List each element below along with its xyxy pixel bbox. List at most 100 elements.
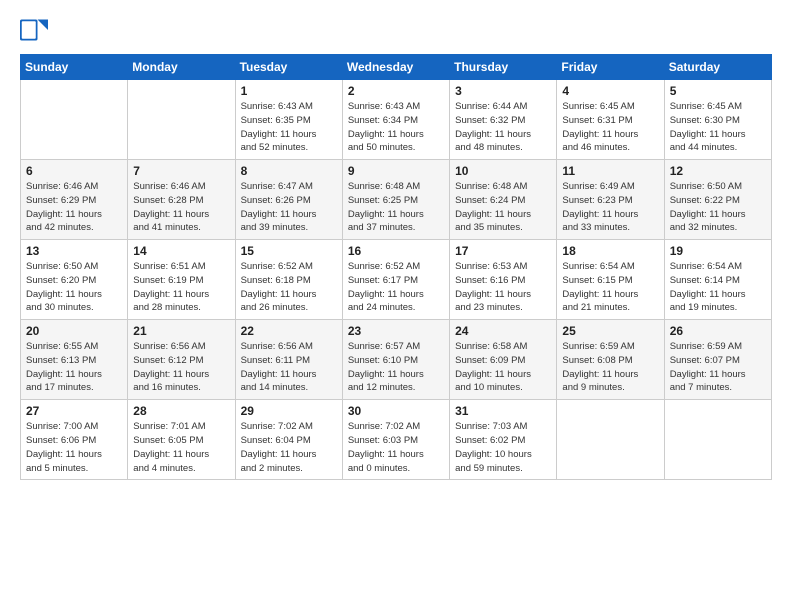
day-info: Sunrise: 6:51 AM Sunset: 6:19 PM Dayligh… (133, 260, 229, 315)
day-number: 5 (670, 84, 766, 98)
calendar-cell: 21Sunrise: 6:56 AM Sunset: 6:12 PM Dayli… (128, 320, 235, 400)
day-info: Sunrise: 6:57 AM Sunset: 6:10 PM Dayligh… (348, 340, 444, 395)
weekday-header-friday: Friday (557, 55, 664, 80)
calendar-cell: 11 Sunrise: 6:49 AM Sunset: 6:23 PM Dayli… (557, 160, 664, 240)
day-info: Sunrise: 6:48 AM Sunset: 6:25 PM Dayligh… (348, 180, 444, 235)
day-number: 24 (455, 324, 551, 338)
day-info: Sunrise: 6:46 AM Sunset: 6:29 PM Dayligh… (26, 180, 122, 235)
day-info: Sunrise: 7:01 AM Sunset: 6:05 PM Dayligh… (133, 420, 229, 475)
page: SundayMondayTuesdayWednesdayThursdayFrid… (0, 0, 792, 612)
day-info: Sunrise: 6:45 AM Sunset: 6:30 PM Dayligh… (670, 100, 766, 155)
calendar-table: SundayMondayTuesdayWednesdayThursdayFrid… (20, 54, 772, 480)
week-row-5: 27 Sunrise: 7:00 AM Sunset: 6:06 PM Dayli… (21, 400, 772, 480)
header-area (20, 16, 772, 44)
calendar-cell: 14 Sunrise: 6:51 AM Sunset: 6:19 PM Dayli… (128, 240, 235, 320)
day-info: Sunrise: 7:00 AM Sunset: 6:06 PM Dayligh… (26, 420, 122, 475)
day-info: Sunrise: 6:56 AM Sunset: 6:11 PM Dayligh… (241, 340, 337, 395)
calendar-cell: 2 Sunrise: 6:43 AM Sunset: 6:34 PM Daylig… (342, 80, 449, 160)
day-info: Sunrise: 6:55 AM Sunset: 6:13 PM Dayligh… (26, 340, 122, 395)
calendar-cell: 18 Sunrise: 6:54 AM Sunset: 6:15 PM Dayli… (557, 240, 664, 320)
day-number: 3 (455, 84, 551, 98)
day-info: Sunrise: 7:02 AM Sunset: 6:04 PM Dayligh… (241, 420, 337, 475)
calendar-cell: 13 Sunrise: 6:50 AM Sunset: 6:20 PM Dayli… (21, 240, 128, 320)
calendar-cell: 7Sunrise: 6:46 AM Sunset: 6:28 PM Daylig… (128, 160, 235, 240)
calendar-cell: 27 Sunrise: 7:00 AM Sunset: 6:06 PM Dayli… (21, 400, 128, 480)
day-number: 8 (241, 164, 337, 178)
calendar-cell (128, 80, 235, 160)
day-number: 19 (670, 244, 766, 258)
weekday-header-sunday: Sunday (21, 55, 128, 80)
day-number: 13 (26, 244, 122, 258)
day-info: Sunrise: 6:48 AM Sunset: 6:24 PM Dayligh… (455, 180, 551, 235)
day-info: Sunrise: 6:43 AM Sunset: 6:35 PM Dayligh… (241, 100, 337, 155)
weekday-header-wednesday: Wednesday (342, 55, 449, 80)
weekday-header-saturday: Saturday (664, 55, 771, 80)
day-number: 18 (562, 244, 658, 258)
calendar-cell: 26 Sunrise: 6:59 AM Sunset: 6:07 PM Dayli… (664, 320, 771, 400)
calendar-cell (557, 400, 664, 480)
day-info: Sunrise: 7:02 AM Sunset: 6:03 PM Dayligh… (348, 420, 444, 475)
day-number: 31 (455, 404, 551, 418)
day-number: 26 (670, 324, 766, 338)
weekday-header-monday: Monday (128, 55, 235, 80)
day-number: 23 (348, 324, 444, 338)
day-info: Sunrise: 6:54 AM Sunset: 6:14 PM Dayligh… (670, 260, 766, 315)
day-number: 16 (348, 244, 444, 258)
day-info: Sunrise: 6:43 AM Sunset: 6:34 PM Dayligh… (348, 100, 444, 155)
day-info: Sunrise: 7:03 AM Sunset: 6:02 PM Dayligh… (455, 420, 551, 475)
calendar-cell: 31 Sunrise: 7:03 AM Sunset: 6:02 PM Dayli… (450, 400, 557, 480)
week-row-1: 1 Sunrise: 6:43 AM Sunset: 6:35 PM Daylig… (21, 80, 772, 160)
calendar-cell: 22Sunrise: 6:56 AM Sunset: 6:11 PM Dayli… (235, 320, 342, 400)
calendar-cell: 3 Sunrise: 6:44 AM Sunset: 6:32 PM Daylig… (450, 80, 557, 160)
day-number: 11 (562, 164, 658, 178)
day-number: 4 (562, 84, 658, 98)
day-info: Sunrise: 6:52 AM Sunset: 6:17 PM Dayligh… (348, 260, 444, 315)
calendar-cell: 5 Sunrise: 6:45 AM Sunset: 6:30 PM Daylig… (664, 80, 771, 160)
calendar-cell: 9 Sunrise: 6:48 AM Sunset: 6:25 PM Daylig… (342, 160, 449, 240)
calendar-cell: 17Sunrise: 6:53 AM Sunset: 6:16 PM Dayli… (450, 240, 557, 320)
day-number: 9 (348, 164, 444, 178)
day-info: Sunrise: 6:50 AM Sunset: 6:20 PM Dayligh… (26, 260, 122, 315)
calendar-cell: 6 Sunrise: 6:46 AM Sunset: 6:29 PM Daylig… (21, 160, 128, 240)
day-number: 7 (133, 164, 229, 178)
calendar-header: SundayMondayTuesdayWednesdayThursdayFrid… (21, 55, 772, 80)
weekday-header-tuesday: Tuesday (235, 55, 342, 80)
calendar-cell: 10 Sunrise: 6:48 AM Sunset: 6:24 PM Dayli… (450, 160, 557, 240)
calendar-cell: 30Sunrise: 7:02 AM Sunset: 6:03 PM Dayli… (342, 400, 449, 480)
day-info: Sunrise: 6:59 AM Sunset: 6:08 PM Dayligh… (562, 340, 658, 395)
week-row-3: 13 Sunrise: 6:50 AM Sunset: 6:20 PM Dayli… (21, 240, 772, 320)
calendar-cell: 1 Sunrise: 6:43 AM Sunset: 6:35 PM Daylig… (235, 80, 342, 160)
day-info: Sunrise: 6:56 AM Sunset: 6:12 PM Dayligh… (133, 340, 229, 395)
day-info: Sunrise: 6:44 AM Sunset: 6:32 PM Dayligh… (455, 100, 551, 155)
day-number: 10 (455, 164, 551, 178)
calendar-cell (21, 80, 128, 160)
day-number: 17 (455, 244, 551, 258)
weekday-row: SundayMondayTuesdayWednesdayThursdayFrid… (21, 55, 772, 80)
week-row-2: 6 Sunrise: 6:46 AM Sunset: 6:29 PM Daylig… (21, 160, 772, 240)
day-number: 14 (133, 244, 229, 258)
calendar-cell: 16 Sunrise: 6:52 AM Sunset: 6:17 PM Dayli… (342, 240, 449, 320)
day-info: Sunrise: 6:54 AM Sunset: 6:15 PM Dayligh… (562, 260, 658, 315)
day-info: Sunrise: 6:50 AM Sunset: 6:22 PM Dayligh… (670, 180, 766, 235)
calendar-cell: 23 Sunrise: 6:57 AM Sunset: 6:10 PM Dayli… (342, 320, 449, 400)
day-number: 12 (670, 164, 766, 178)
day-info: Sunrise: 6:45 AM Sunset: 6:31 PM Dayligh… (562, 100, 658, 155)
day-number: 1 (241, 84, 337, 98)
calendar-cell: 20 Sunrise: 6:55 AM Sunset: 6:13 PM Dayli… (21, 320, 128, 400)
calendar-cell: 28 Sunrise: 7:01 AM Sunset: 6:05 PM Dayli… (128, 400, 235, 480)
logo-icon (20, 16, 48, 44)
weekday-header-thursday: Thursday (450, 55, 557, 80)
day-number: 27 (26, 404, 122, 418)
day-number: 6 (26, 164, 122, 178)
calendar-cell: 25Sunrise: 6:59 AM Sunset: 6:08 PM Dayli… (557, 320, 664, 400)
day-number: 20 (26, 324, 122, 338)
calendar-cell: 29 Sunrise: 7:02 AM Sunset: 6:04 PM Dayli… (235, 400, 342, 480)
day-number: 2 (348, 84, 444, 98)
day-info: Sunrise: 6:49 AM Sunset: 6:23 PM Dayligh… (562, 180, 658, 235)
day-number: 15 (241, 244, 337, 258)
calendar-cell: 12 Sunrise: 6:50 AM Sunset: 6:22 PM Dayli… (664, 160, 771, 240)
day-number: 28 (133, 404, 229, 418)
day-info: Sunrise: 6:59 AM Sunset: 6:07 PM Dayligh… (670, 340, 766, 395)
day-number: 29 (241, 404, 337, 418)
calendar-cell: 8Sunrise: 6:47 AM Sunset: 6:26 PM Daylig… (235, 160, 342, 240)
